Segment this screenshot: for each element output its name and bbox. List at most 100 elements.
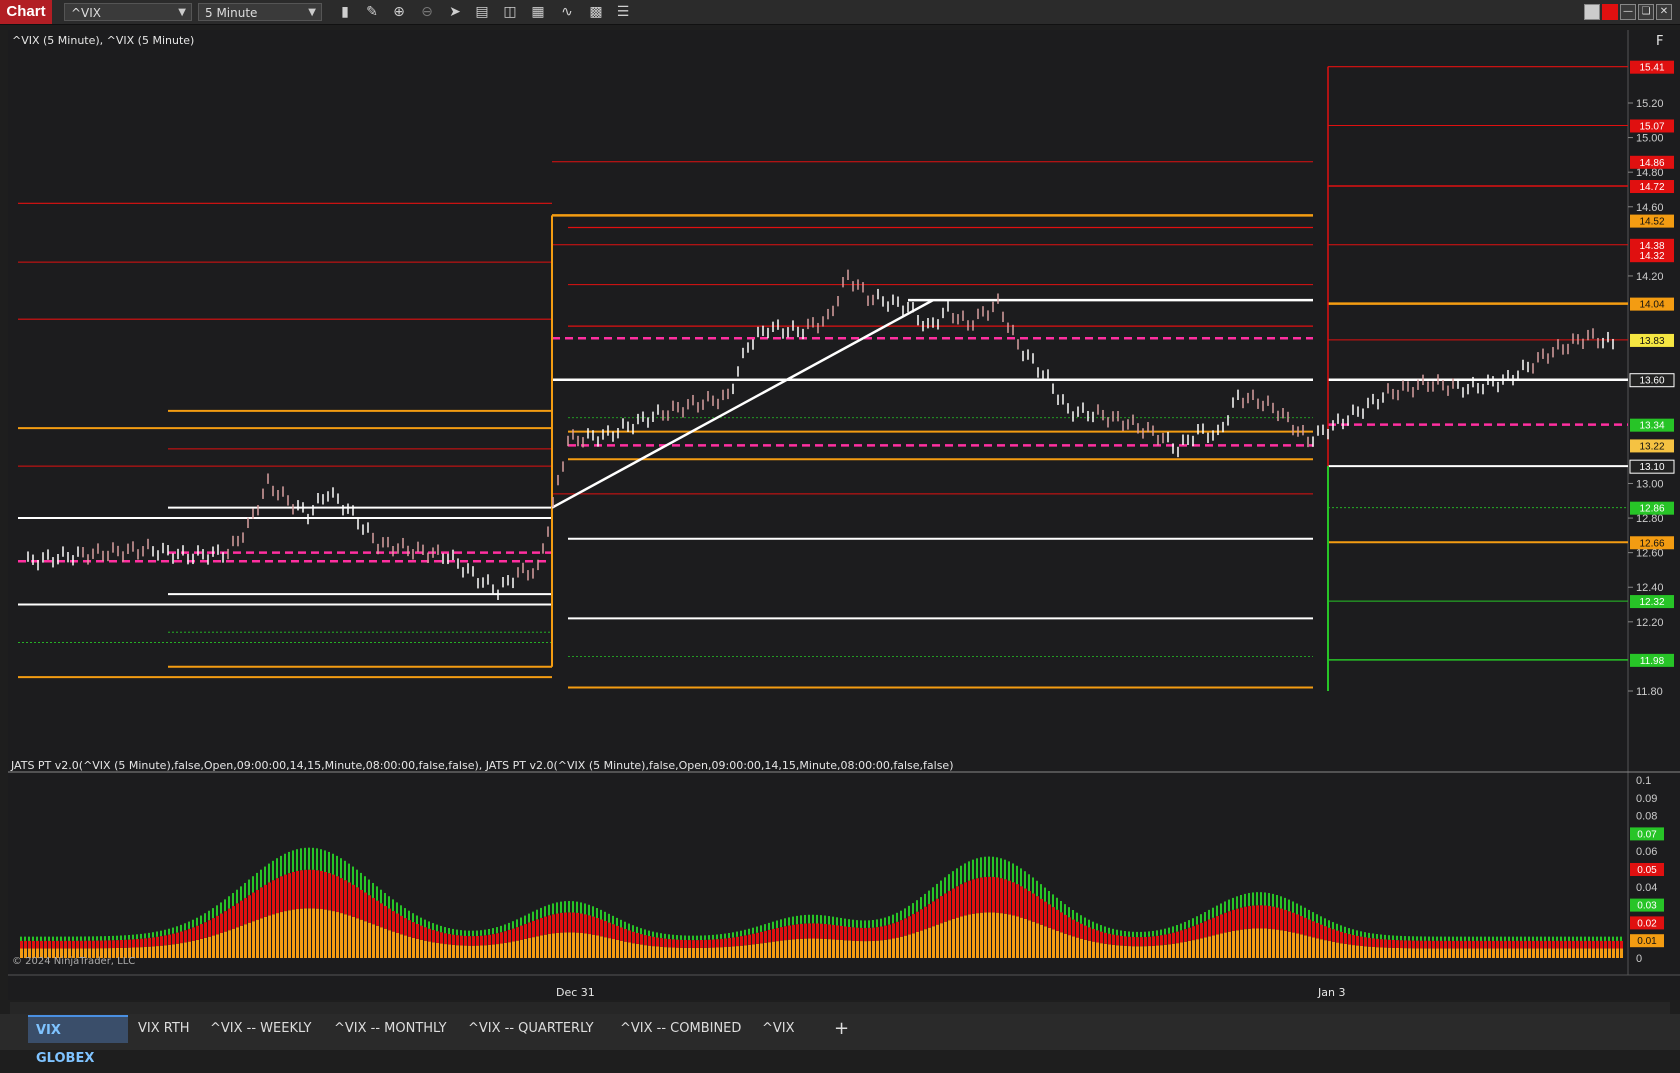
- histogram-bar-orange: [264, 916, 267, 958]
- properties-icon[interactable]: ▤: [473, 3, 491, 21]
- histogram-bar-red: [924, 906, 927, 930]
- chart-panel[interactable]: 15.20 15.00 14.80 14.60 14.20 13.00 12.80 12.60…: [8, 30, 1680, 1000]
- histogram-bar-red: [1504, 940, 1507, 949]
- histogram-bar-red: [280, 876, 283, 913]
- histogram-bar-green: [844, 918, 846, 927]
- histogram-bar-orange: [1612, 948, 1615, 958]
- histogram-bar-orange: [1460, 948, 1463, 958]
- histogram-bar-red: [284, 874, 287, 912]
- histogram-bar-green: [300, 848, 302, 871]
- interval-select[interactable]: 5 Minute ▼: [198, 3, 322, 21]
- histogram-bar-red: [672, 939, 675, 948]
- histogram-bar-red: [1148, 936, 1151, 947]
- histogram-bar-orange: [584, 933, 587, 958]
- histogram-bar-red: [1060, 912, 1063, 933]
- histogram-bar-red: [1184, 929, 1187, 942]
- histogram-bar-red: [1568, 940, 1571, 949]
- histogram-bar-green: [1280, 896, 1282, 909]
- histogram-bar-red: [200, 924, 203, 939]
- tab-vix-monthly[interactable]: ^VIX -- MONTHLY: [326, 1015, 456, 1043]
- histogram-bar-red: [68, 940, 71, 949]
- histogram-bar-orange: [1168, 944, 1171, 958]
- minimize-icon[interactable]: —: [1620, 4, 1636, 20]
- histogram-bar-green: [1088, 919, 1090, 928]
- histogram-bar-green: [748, 928, 750, 935]
- histogram-bar-orange: [1560, 948, 1563, 958]
- indicator-icon[interactable]: ∿: [558, 3, 576, 21]
- histogram-bar-orange: [988, 912, 991, 958]
- calculator-icon[interactable]: ▩: [587, 3, 605, 21]
- histogram-bar-red: [660, 938, 663, 947]
- maximize-icon[interactable]: ❏: [1638, 4, 1654, 20]
- tab-vix-weekly[interactable]: ^VIX -- WEEKLY: [202, 1015, 322, 1043]
- histogram-bar-orange: [832, 939, 835, 958]
- tab-vix-combined[interactable]: ^VIX -- COMBINED: [612, 1015, 752, 1043]
- template-icon[interactable]: ◫: [501, 3, 519, 21]
- histogram-bar-red: [372, 897, 375, 925]
- histogram-bar-orange: [484, 945, 487, 958]
- histogram-bar-orange: [276, 913, 279, 958]
- histogram-bar-red: [820, 923, 823, 939]
- histogram-bar-red: [1244, 906, 1247, 930]
- histogram-bar-orange: [836, 939, 839, 958]
- price-chart[interactable]: 15.20 15.00 14.80 14.60 14.20 13.00 12.80 12.60…: [8, 30, 1680, 1000]
- bar-chart-icon[interactable]: ▮: [336, 3, 354, 21]
- histogram-bar-orange: [1400, 948, 1403, 958]
- tab-vix-rth[interactable]: VIX RTH: [130, 1015, 200, 1043]
- histogram-bar-red: [940, 896, 943, 924]
- add-tab-button[interactable]: +: [826, 1015, 852, 1043]
- tab-vix[interactable]: ^VIX: [754, 1015, 814, 1043]
- close-icon[interactable]: ✕: [1656, 4, 1672, 20]
- tab-vix-globex[interactable]: VIX GLOBEX: [28, 1015, 128, 1066]
- histogram-bar-orange: [1388, 947, 1391, 958]
- histogram-bar-green: [1436, 936, 1438, 941]
- pencil-icon[interactable]: ✎: [363, 3, 381, 21]
- histogram-bar-red: [348, 882, 351, 916]
- zoom-out-icon[interactable]: ⊖: [418, 3, 436, 21]
- histogram-bar-orange: [488, 944, 491, 958]
- histogram-bar-green: [764, 924, 766, 931]
- histogram-bar-red: [216, 915, 219, 935]
- histogram-bar-red: [164, 935, 167, 946]
- price-tick-label: 12.40: [1636, 582, 1664, 594]
- chevron-down-icon: ▼: [308, 7, 316, 18]
- histogram-bar-green: [992, 856, 994, 877]
- histogram-bar-orange: [332, 911, 335, 958]
- histogram-bar-green: [48, 936, 50, 941]
- histogram-bar-red: [1368, 937, 1371, 947]
- histogram-bar-red: [648, 936, 651, 946]
- f-button[interactable]: F: [1656, 34, 1663, 49]
- histogram-bar-orange: [1192, 940, 1195, 958]
- tab-vix-quarterly[interactable]: ^VIX -- QUARTERLY: [460, 1015, 608, 1043]
- color-window-icon[interactable]: [1602, 4, 1618, 20]
- pointer-icon[interactable]: ➤: [446, 3, 464, 21]
- histogram-bar-green: [852, 919, 854, 928]
- strategy-icon[interactable]: ▦: [529, 3, 547, 21]
- histogram-bar-red: [896, 921, 899, 938]
- histogram-bar-green: [780, 919, 782, 928]
- instrument-select[interactable]: ^VIX ▼: [64, 3, 192, 21]
- histogram-bar-green: [1132, 931, 1134, 938]
- chart-tab[interactable]: Chart: [0, 0, 52, 24]
- zoom-in-icon[interactable]: ⊕: [390, 3, 408, 21]
- histogram-bar-orange: [1496, 948, 1499, 958]
- histogram-bar-red: [356, 887, 359, 919]
- histogram-bar-green: [580, 902, 582, 914]
- histogram-bar-red: [1004, 879, 1007, 914]
- histogram-bar-orange: [1152, 945, 1155, 958]
- horizontal-scrollbar[interactable]: [10, 1002, 1670, 1014]
- histogram-bar-green: [480, 930, 482, 936]
- histogram-bar-orange: [1580, 948, 1583, 958]
- restore-window-icon[interactable]: [1584, 4, 1600, 20]
- histogram-bar-orange: [544, 934, 547, 958]
- histogram-bar-red: [952, 888, 955, 919]
- histogram-bar-green: [1608, 936, 1610, 941]
- histogram-bar-orange: [1348, 944, 1351, 958]
- list-icon[interactable]: ☰: [614, 3, 632, 21]
- histogram-bar-red: [1100, 931, 1103, 944]
- histogram-bar-orange: [708, 947, 711, 958]
- histogram-bar-green: [492, 928, 494, 935]
- histogram-bar-red: [1596, 940, 1599, 949]
- histogram-bar-orange: [280, 912, 283, 958]
- histogram-bar-green: [1116, 929, 1118, 936]
